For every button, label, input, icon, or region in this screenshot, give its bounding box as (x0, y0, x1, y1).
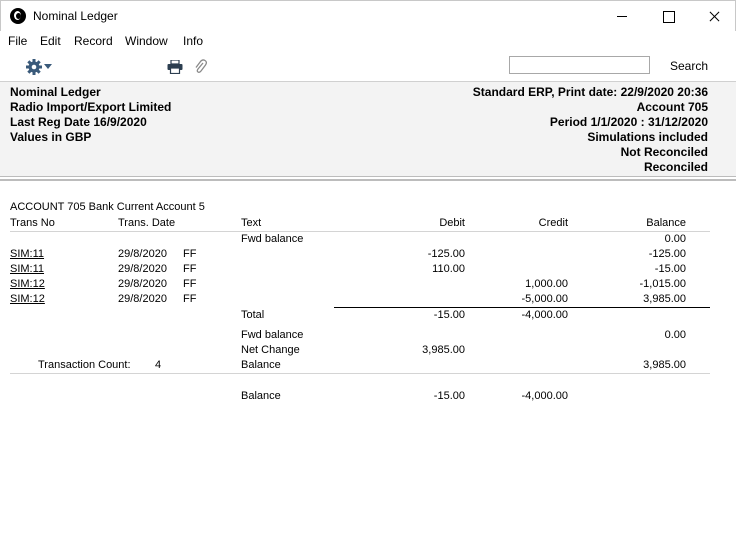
close-button[interactable] (691, 1, 736, 31)
paperclip-icon[interactable] (193, 58, 207, 75)
trans-code: FF (183, 293, 197, 305)
col-header-trans-date: Trans. Date (118, 217, 176, 229)
credit-cell: -5,000.00 (521, 293, 568, 305)
balance-cell: 3,985.00 (643, 293, 686, 305)
report-name: Nominal Ledger (10, 85, 101, 99)
gear-icon[interactable] (25, 58, 43, 76)
col-header-credit: Credit (538, 217, 568, 229)
not-reconciled-note: Not Reconciled (620, 145, 708, 159)
summary-fwd-value: 0.00 (664, 329, 686, 341)
report-header: Nominal Ledger Radio Import/Export Limit… (0, 82, 736, 177)
period-filter: Period 1/1/2020 : 31/12/2020 (549, 115, 708, 129)
summary-balance-value: 3,985.00 (643, 359, 686, 371)
debit-cell: -125.00 (427, 248, 465, 260)
grand-balance-label: Balance (241, 390, 281, 402)
maximize-button[interactable] (645, 1, 691, 31)
menu-bar: File Edit Record Window Info (0, 31, 736, 51)
col-header-text: Text (241, 217, 262, 229)
grand-debit: -15.00 (433, 390, 465, 402)
window-title: Nominal Ledger (33, 9, 118, 23)
trans-no-link[interactable]: SIM:11 (10, 263, 44, 275)
app-logo-icon (10, 8, 26, 24)
trans-date: 29/8/2020 (118, 293, 167, 305)
transaction-count-label: Transaction Count: (38, 359, 131, 371)
print-icon[interactable] (167, 60, 183, 74)
account-title: ACCOUNT 705 Bank Current Account 5 (10, 201, 205, 213)
chevron-down-icon[interactable] (44, 64, 52, 69)
menu-window[interactable]: Window (125, 34, 168, 48)
transaction-count-value: 4 (155, 359, 162, 371)
net-change-value: 3,985.00 (422, 344, 465, 356)
menu-edit[interactable]: Edit (40, 34, 61, 48)
menu-info[interactable]: Info (183, 34, 203, 48)
total-label: Total (241, 309, 265, 321)
trans-no-link[interactable]: SIM:11 (10, 248, 44, 260)
summary-fwd-label: Fwd balance (241, 329, 304, 341)
summary-divider (10, 373, 710, 374)
col-header-debit: Debit (439, 217, 465, 229)
toolbar: Search (0, 51, 736, 82)
col-header-balance: Balance (646, 217, 686, 229)
trans-no-link[interactable]: SIM:12 (10, 293, 45, 305)
trans-code: FF (183, 263, 197, 275)
title-bar: Nominal Ledger (0, 0, 736, 31)
trans-code: FF (183, 248, 197, 260)
header-divider (10, 231, 710, 232)
grand-credit: -4,000.00 (521, 390, 568, 402)
reconciled-note: Reconciled (643, 160, 708, 174)
fwd-balance-label: Fwd balance (241, 233, 304, 245)
menu-file[interactable]: File (8, 34, 27, 48)
header-separator (0, 179, 736, 181)
summary-balance-label: Balance (241, 359, 281, 371)
menu-record[interactable]: Record (74, 34, 113, 48)
fwd-balance-value: 0.00 (664, 233, 686, 245)
search-input[interactable] (509, 56, 650, 74)
print-date: Standard ERP, Print date: 22/9/2020 20:3… (472, 85, 708, 99)
balance-cell: -125.00 (648, 248, 686, 260)
col-header-trans-no: Trans No (10, 217, 55, 229)
company-name: Radio Import/Export Limited (10, 100, 172, 114)
last-reg-date: Last Reg Date 16/9/2020 (10, 115, 147, 129)
credit-cell: 1,000.00 (525, 278, 568, 290)
trans-date: 29/8/2020 (118, 263, 167, 275)
trans-no-link[interactable]: SIM:12 (10, 278, 45, 290)
total-credit: -4,000.00 (521, 309, 568, 321)
trans-code: FF (183, 278, 197, 290)
debit-cell: 110.00 (432, 263, 465, 275)
total-divider (334, 307, 710, 308)
simulations-note: Simulations included (587, 130, 708, 144)
net-change-label: Net Change (241, 344, 300, 356)
currency-note: Values in GBP (10, 130, 92, 144)
search-button[interactable]: Search (670, 59, 708, 73)
balance-cell: -15.00 (654, 263, 686, 275)
minimize-button[interactable] (599, 1, 645, 31)
total-debit: -15.00 (433, 309, 465, 321)
account-filter: Account 705 (636, 100, 708, 114)
trans-date: 29/8/2020 (118, 278, 167, 290)
balance-cell: -1,015.00 (639, 278, 686, 290)
trans-date: 29/8/2020 (118, 248, 167, 260)
